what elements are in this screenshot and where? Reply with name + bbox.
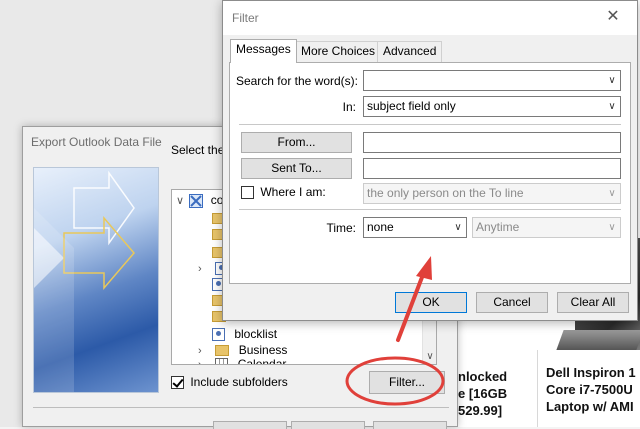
chevron-down-icon[interactable]: ∨ [604,97,620,116]
time-select[interactable]: none ∨ [363,217,467,238]
product-left-line-2: e [16GB [458,386,508,401]
product-left-line-3: 529.99] [458,403,503,418]
where-i-am-checkbox[interactable] [241,186,254,200]
scroll-down-icon[interactable]: ∨ [424,351,436,362]
calendar-icon [215,358,229,364]
mailbox-icon [189,193,204,208]
tree-item-label: Calendar [237,357,287,365]
time-range-value: Anytime [476,220,520,234]
search-words-combobox[interactable]: ∨ [363,70,621,91]
product-left-line-1: nlocked [458,369,508,384]
where-i-am-row[interactable]: Where I am: [241,185,326,200]
product-title-right[interactable]: Dell Inspiron 1 Core i7-7500U Laptop w/ … [546,364,636,415]
from-input[interactable] [363,132,621,153]
product-title-left[interactable]: nlocked e [16GB 529.99] [458,368,507,419]
product-right-line-1: Dell Inspiron 1 [546,365,636,380]
time-value: none [367,220,394,234]
back-button[interactable] [213,421,287,429]
chevron-down-icon[interactable]: ∨ [450,218,466,237]
chevron-down-icon: ∨ [608,222,616,233]
tree-item-blocklist[interactable]: blocklist [212,326,277,342]
export-dialog-title: Export Outlook Data File [31,135,162,149]
product-divider [537,350,538,427]
product-right-line-2: Core i7-7500U [546,382,633,397]
panel-divider [239,209,621,210]
tab-messages[interactable]: Messages [230,39,297,63]
where-i-am-value: the only person on the To line [367,186,524,200]
in-field-select[interactable]: subject field only ∨ [363,96,621,117]
filter-dialog: Filter ✕ Messages More Choices Advanced … [222,0,638,321]
where-i-am-label: Where I am: [260,185,326,199]
contacts-icon [212,328,225,342]
tree-item-calendar[interactable]: › Calendar [198,356,287,365]
include-subfolders-label: Include subfolders [190,375,288,389]
clear-all-button[interactable]: Clear All [557,292,629,313]
include-subfolders-row[interactable]: Include subfolders [171,375,288,390]
from-button[interactable]: From... [241,132,352,153]
product-right-line-3: Laptop w/ AMI [546,399,634,414]
ok-button[interactable]: OK [395,292,467,313]
where-i-am-select[interactable]: the only person on the To line ∨ [363,183,621,204]
search-words-label: Search for the word(s): [235,74,358,88]
laptop-image-base [556,330,640,350]
messages-panel: Search for the word(s): ∨ In: subject fi… [229,62,631,284]
filter-titlebar: Filter ✕ [223,1,637,35]
sent-to-input[interactable] [363,158,621,179]
chevron-down-icon[interactable]: ∨ [176,193,186,209]
chevron-down-icon[interactable]: ∨ [604,71,620,90]
next-button[interactable] [291,421,365,429]
in-label: In: [342,100,356,114]
wizard-arrows-graphic [34,170,135,392]
time-range-select[interactable]: Anytime ∨ [472,217,621,238]
tree-item-mailbox[interactable]: ∨ co [176,192,223,208]
wizard-graphic [33,167,159,393]
tab-advanced[interactable]: Advanced [377,41,443,62]
folder-icon [215,345,230,357]
filter-button[interactable]: Filter... [369,371,445,394]
cancel-button[interactable]: Cancel [476,292,548,313]
close-icon[interactable]: ✕ [603,7,623,27]
tree-item-label: blocklist [234,327,278,341]
chevron-right-icon[interactable]: › [198,261,208,277]
select-folder-label: Select the [171,143,225,157]
tree-item-label: Business [238,343,288,357]
filter-dialog-title: Filter [232,11,259,25]
time-label: Time: [326,221,356,235]
chevron-right-icon[interactable]: › [198,357,208,364]
in-field-value: subject field only [367,99,456,113]
cancel-export-button[interactable] [373,421,447,429]
sent-to-button[interactable]: Sent To... [241,158,352,179]
include-subfolders-checkbox[interactable] [171,376,184,390]
export-divider [33,407,449,408]
tab-more-choices[interactable]: More Choices [295,41,382,62]
chevron-down-icon: ∨ [608,188,616,199]
panel-divider [239,124,621,125]
